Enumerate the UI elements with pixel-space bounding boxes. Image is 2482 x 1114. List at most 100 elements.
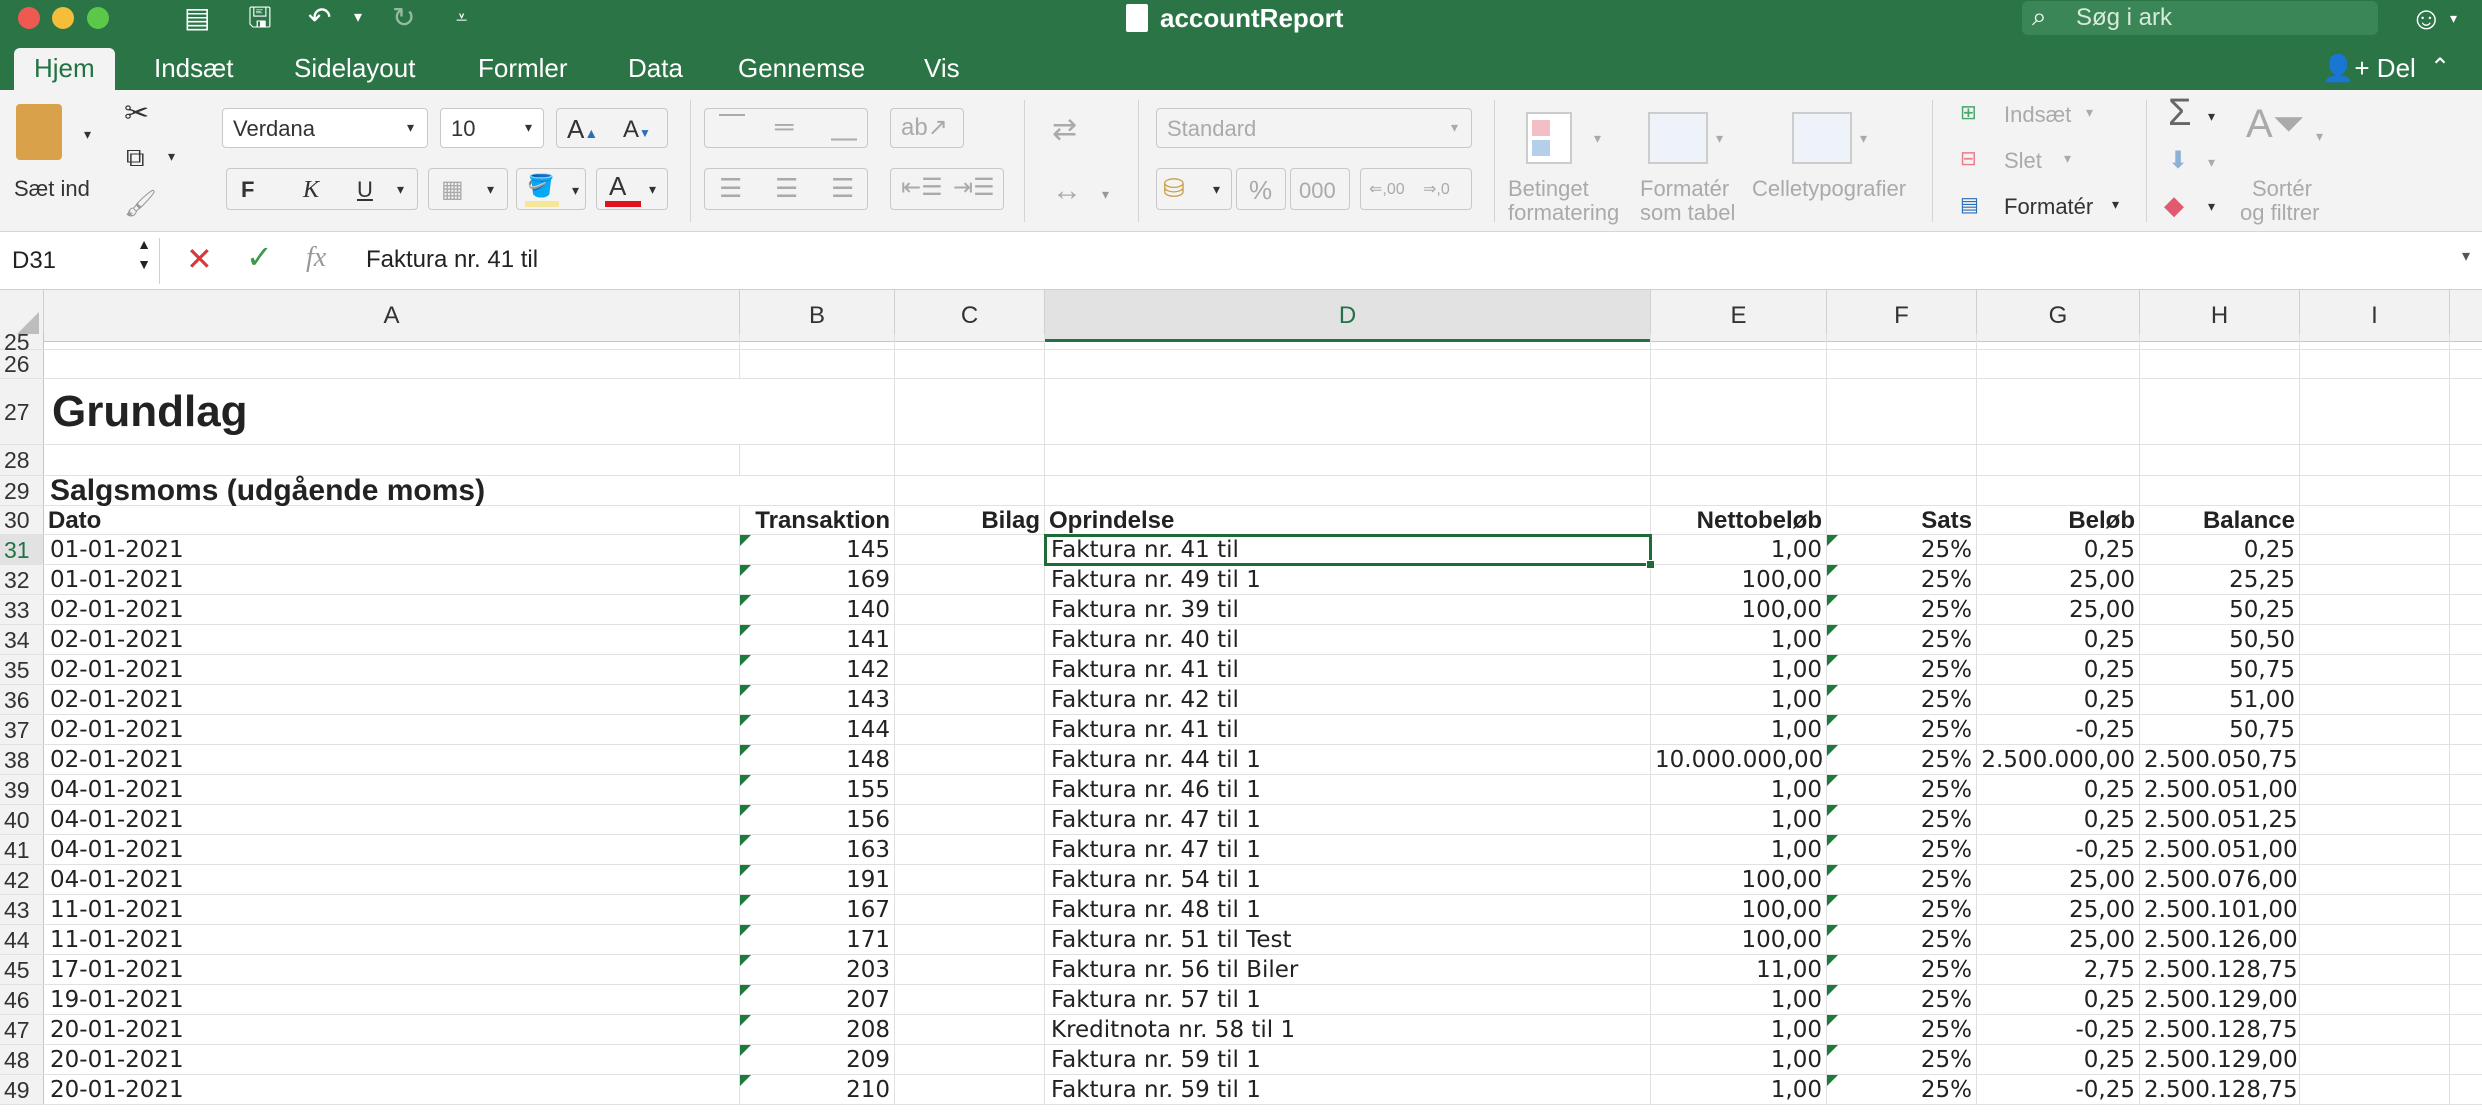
delete-cells-icon[interactable]: ⊟ [1960, 146, 1977, 171]
cell[interactable]: 25% [1827, 925, 1977, 954]
underline-dropdown-icon[interactable]: ▾ [397, 181, 404, 198]
confirm-formula-icon[interactable]: ✓ [246, 238, 273, 276]
cell[interactable] [1977, 445, 2140, 475]
cell[interactable] [1045, 350, 1651, 378]
cell[interactable] [895, 835, 1045, 864]
chevron-down-icon[interactable]: ▾ [2208, 154, 2215, 171]
cell[interactable]: 2.500.000,00 [1977, 745, 2140, 774]
cell[interactable]: 51,00 [2140, 685, 2300, 714]
cell[interactable] [1045, 334, 1651, 349]
cell[interactable] [44, 350, 740, 378]
cell[interactable]: 02-01-2021 [44, 655, 740, 684]
row-header[interactable]: 39 [0, 775, 44, 804]
cell[interactable]: 25,00 [1977, 925, 2140, 954]
cell[interactable]: Kreditnota nr. 58 til 1 [1045, 1015, 1651, 1044]
cell[interactable] [44, 334, 740, 349]
expand-formula-icon[interactable]: ▾ [2462, 246, 2470, 266]
cell[interactable] [2300, 625, 2450, 654]
cell[interactable] [2300, 955, 2450, 984]
cell[interactable] [895, 985, 1045, 1014]
cell[interactable] [1651, 379, 1827, 444]
cell[interactable]: 20-01-2021 [44, 1045, 740, 1074]
cell[interactable]: 25% [1827, 685, 1977, 714]
cell[interactable]: Faktura nr. 59 til 1 [1045, 1075, 1651, 1104]
paste-icon[interactable] [16, 104, 62, 160]
row-header[interactable]: 44 [0, 925, 44, 954]
cell[interactable]: 04-01-2021 [44, 805, 740, 834]
cell[interactable]: Faktura nr. 56 til Biler [1045, 955, 1651, 984]
cell[interactable]: 11,00 [1651, 955, 1827, 984]
cell[interactable]: 17-01-2021 [44, 955, 740, 984]
error-indicator-icon[interactable] [1827, 1075, 1838, 1086]
cell[interactable]: 100,00 [1651, 925, 1827, 954]
format-painter-icon[interactable]: 🖌 [124, 188, 157, 219]
error-indicator-icon[interactable] [740, 595, 751, 606]
row-header[interactable]: 37 [0, 715, 44, 744]
paste-label[interactable]: Sæt ind [14, 176, 90, 202]
insert-cells-icon[interactable]: ⊞ [1960, 100, 1977, 125]
error-indicator-icon[interactable] [740, 865, 751, 876]
cell[interactable]: 0,25 [1977, 985, 2140, 1014]
cell[interactable] [2300, 476, 2450, 505]
error-indicator-icon[interactable] [740, 655, 751, 666]
cell[interactable] [2140, 379, 2300, 444]
cell[interactable]: 02-01-2021 [44, 685, 740, 714]
cell[interactable]: 2.500.129,00 [2140, 985, 2300, 1014]
cell[interactable] [1977, 476, 2140, 505]
cell[interactable]: 25,25 [2140, 565, 2300, 594]
cell[interactable]: 01-01-2021 [44, 535, 740, 564]
cell[interactable]: 143 [740, 685, 895, 714]
cell[interactable]: Faktura nr. 41 til [1045, 535, 1651, 564]
cell[interactable] [2300, 334, 2450, 349]
error-indicator-icon[interactable] [1827, 1015, 1838, 1026]
cell[interactable]: 11-01-2021 [44, 895, 740, 924]
cell[interactable] [895, 805, 1045, 834]
cell[interactable] [1045, 379, 1651, 444]
cell[interactable] [2300, 535, 2450, 564]
error-indicator-icon[interactable] [1827, 565, 1838, 576]
conditional-formatting-label-2[interactable]: formatering [1508, 200, 1619, 226]
column-title[interactable]: Transaktion [740, 506, 895, 534]
cell[interactable]: 25% [1827, 625, 1977, 654]
error-indicator-icon[interactable] [1827, 955, 1838, 966]
font-name-select[interactable]: Verdana ▾ [222, 108, 428, 148]
cell[interactable]: 100,00 [1651, 865, 1827, 894]
cell[interactable]: 1,00 [1651, 685, 1827, 714]
cell[interactable]: 04-01-2021 [44, 775, 740, 804]
borders-button[interactable]: ▦ ▾ [428, 168, 508, 210]
cell[interactable]: 0,25 [1977, 805, 2140, 834]
vertical-align-buttons[interactable]: ⎺ ═ ⎽ [704, 108, 868, 148]
error-indicator-icon[interactable] [740, 565, 751, 576]
column-title[interactable]: Nettobeløb [1651, 506, 1827, 534]
cell[interactable] [1827, 379, 1977, 444]
error-indicator-icon[interactable] [740, 745, 751, 756]
collapse-ribbon-icon[interactable]: ⌃ [2430, 48, 2450, 88]
row-header[interactable]: 49 [0, 1075, 44, 1104]
increase-decimal-icon[interactable]: ⇐,00 [1369, 179, 1405, 199]
increase-indent-icon[interactable]: ⇥☰ [953, 173, 995, 202]
cell[interactable]: 04-01-2021 [44, 835, 740, 864]
error-indicator-icon[interactable] [740, 1075, 751, 1086]
row-header[interactable]: 42 [0, 865, 44, 894]
cell[interactable]: 171 [740, 925, 895, 954]
cell[interactable]: 191 [740, 865, 895, 894]
cell[interactable] [895, 595, 1045, 624]
merge-dropdown-icon[interactable]: ▾ [1102, 186, 1109, 203]
smiley-feedback-icon[interactable]: ☺ [2410, 2, 2443, 34]
copy-icon[interactable]: ⧉ [126, 142, 145, 174]
name-box-stepper-icon[interactable]: ▲ ▼ [137, 234, 151, 274]
row-header[interactable]: 38 [0, 745, 44, 774]
tab-formler[interactable]: Formler [458, 48, 588, 90]
column-title[interactable]: Dato [44, 506, 740, 534]
cell[interactable]: 2.500.050,75 [2140, 745, 2300, 774]
cell[interactable]: 1,00 [1651, 1075, 1827, 1104]
horizontal-align-buttons[interactable]: ☰ ☰ ☰ [704, 168, 868, 210]
cell[interactable]: Faktura nr. 41 til [1045, 655, 1651, 684]
error-indicator-icon[interactable] [740, 805, 751, 816]
cell[interactable] [740, 476, 895, 505]
percent-button[interactable]: % [1236, 168, 1286, 210]
error-indicator-icon[interactable] [1827, 835, 1838, 846]
cell[interactable]: 207 [740, 985, 895, 1014]
cell[interactable] [2300, 865, 2450, 894]
row-header[interactable]: 27 [0, 379, 44, 444]
